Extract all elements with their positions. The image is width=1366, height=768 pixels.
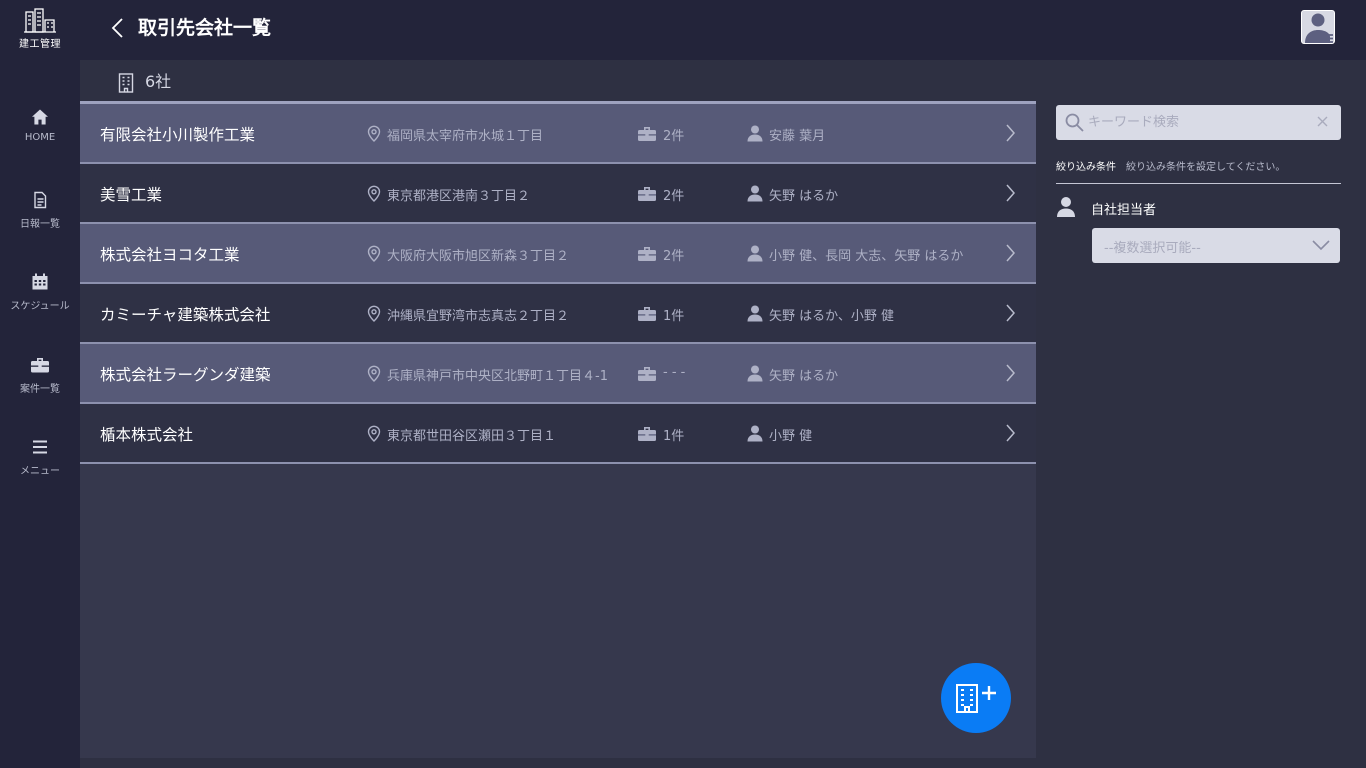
sidebar-item-label: HOME	[24, 132, 56, 143]
briefcase-icon	[31, 358, 49, 373]
app-logo[interactable]: 建工管理	[18, 8, 62, 54]
case-count: 2件	[663, 129, 685, 144]
company-name: 有限会社小川製作工業	[100, 126, 256, 144]
briefcase-icon	[638, 307, 656, 321]
buildings-logo-icon	[24, 8, 56, 33]
logo-text: 建工管理	[19, 39, 61, 50]
case-count: 1件	[663, 429, 685, 444]
calendar-icon	[32, 273, 48, 290]
company-name: 美雪工業	[100, 186, 163, 204]
company-address: 東京都世田谷区瀬田３丁目１	[387, 429, 557, 444]
person-icon	[747, 365, 763, 382]
add-company-button[interactable]	[941, 663, 1011, 733]
sidebar-item-menu[interactable]: メニュー	[0, 438, 80, 498]
company-row[interactable]: 美雪工業 東京都港区港南３丁目２ 2件 矢野 はるか	[80, 164, 1036, 224]
assigned-staff: 矢野 はるか、小野 健	[769, 309, 895, 324]
person-icon	[1057, 197, 1075, 217]
assigned-staff: 矢野 はるか	[769, 189, 839, 204]
briefcase-icon	[638, 127, 656, 141]
sidebar-item-label: メニュー	[20, 466, 60, 477]
location-pin-icon	[367, 305, 381, 322]
company-row[interactable]: カミーチャ建築株式会社 沖縄県宜野湾市志真志２丁目２ 1件 矢野 はるか、小野 健	[80, 284, 1036, 344]
search-input[interactable]	[1088, 111, 1308, 134]
chevron-right-icon	[1006, 244, 1015, 262]
location-pin-icon	[367, 365, 381, 382]
person-icon	[747, 425, 763, 442]
chevron-right-icon	[1006, 364, 1015, 382]
location-pin-icon	[367, 425, 381, 442]
sidebar-item-cases[interactable]: 案件一覧	[0, 356, 80, 416]
company-row[interactable]: 有限会社小川製作工業 福岡県太宰府市水城１丁目 2件 安藤 葉月	[80, 104, 1036, 164]
person-icon	[747, 185, 763, 202]
location-pin-icon	[367, 185, 381, 202]
briefcase-icon	[638, 427, 656, 441]
chevron-right-icon	[1006, 124, 1015, 142]
case-count: 2件	[663, 189, 685, 204]
home-icon	[32, 109, 48, 125]
person-icon	[747, 305, 763, 322]
menu-icon	[33, 440, 47, 454]
case-count: 1件	[663, 309, 685, 324]
filter-label: 絞り込み条件	[1056, 162, 1116, 173]
sidebar-item-label: スケジュール	[10, 301, 70, 312]
person-icon	[747, 125, 763, 142]
company-row[interactable]: 株式会社ヨコタ工業 大阪府大阪市旭区新森３丁目２ 2件 小野 健、長岡 大志、矢野 は…	[80, 224, 1036, 284]
assigned-staff: 小野 健、長岡 大志、矢野 はるか	[769, 249, 964, 264]
search-box	[1056, 105, 1341, 140]
company-address: 沖縄県宜野湾市志真志２丁目２	[387, 309, 570, 324]
sidebar-item-daily-reports[interactable]: 日報一覧	[0, 191, 80, 251]
sidebar-item-home[interactable]: HOME	[0, 108, 80, 168]
staff-select-placeholder: --複数選択可能--	[1104, 241, 1201, 256]
chevron-right-icon	[1006, 424, 1015, 442]
company-row[interactable]: 株式会社ラーグンダ建築 兵庫県神戸市中央区北野町１丁目４-1 - - - 矢野 はるか	[80, 344, 1036, 404]
location-pin-icon	[367, 245, 381, 262]
chevron-right-icon	[1006, 184, 1015, 202]
company-name: 株式会社ラーグンダ建築	[100, 366, 271, 384]
company-row[interactable]: 楯本株式会社 東京都世田谷区瀬田３丁目１ 1件 小野 健	[80, 404, 1036, 464]
company-address: 大阪府大阪市旭区新森３丁目２	[387, 249, 570, 264]
page-title: 取引先会社一覧	[138, 17, 272, 39]
top-bar: 建工管理 取引先会社一覧	[0, 0, 1366, 60]
back-button[interactable]	[108, 16, 130, 40]
case-count: 2件	[663, 249, 685, 264]
chevron-right-icon	[1006, 304, 1015, 322]
assigned-staff: 安藤 葉月	[769, 129, 826, 144]
document-icon	[34, 191, 47, 209]
chevron-down-icon	[1312, 240, 1330, 251]
sidebar-nav: HOME 日報一覧 スケジュール 案件一覧 メニュー	[0, 60, 80, 768]
clear-icon[interactable]	[1317, 116, 1328, 127]
sidebar-item-label: 案件一覧	[20, 384, 60, 395]
add-building-icon	[956, 684, 996, 713]
app-root: 建工管理 取引先会社一覧 HOME 日報一覧 スケジュール 案件一覧 メニュー …	[0, 0, 1366, 768]
assigned-staff: 小野 健	[769, 429, 813, 444]
briefcase-icon	[638, 367, 656, 381]
user-avatar-button[interactable]	[1301, 10, 1335, 44]
case-count: - - -	[663, 365, 686, 380]
assigned-staff: 矢野 はるか	[769, 369, 839, 384]
company-name: 楯本株式会社	[100, 426, 194, 444]
building-icon	[118, 73, 134, 93]
sidebar-item-schedule[interactable]: スケジュール	[0, 273, 80, 333]
staff-select[interactable]: --複数選択可能--	[1092, 228, 1340, 263]
location-pin-icon	[367, 125, 381, 142]
briefcase-icon	[638, 187, 656, 201]
company-list: 有限会社小川製作工業 福岡県太宰府市水城１丁目 2件 安藤 葉月美雪工業 東京都港区港南…	[80, 101, 1036, 758]
company-name: 株式会社ヨコタ工業	[100, 246, 240, 264]
filter-description: 絞り込み条件を設定してください。	[1126, 162, 1286, 173]
person-icon	[747, 245, 763, 262]
briefcase-icon	[638, 247, 656, 261]
sidebar-item-label: 日報一覧	[20, 219, 60, 230]
company-name: カミーチャ建築株式会社	[100, 306, 271, 324]
filter-header: 絞り込み条件 絞り込み条件を設定してください。	[1056, 158, 1341, 184]
chevron-left-icon	[111, 18, 123, 38]
company-address: 福岡県太宰府市水城１丁目	[387, 129, 544, 144]
search-icon	[1065, 113, 1084, 132]
user-profile-icon	[1305, 13, 1333, 43]
company-address: 東京都港区港南３丁目２	[387, 189, 531, 204]
company-count-text: 6社	[145, 72, 172, 91]
staff-filter-label: 自社担当者	[1091, 203, 1157, 218]
company-address: 兵庫県神戸市中央区北野町１丁目４-1	[387, 369, 608, 384]
